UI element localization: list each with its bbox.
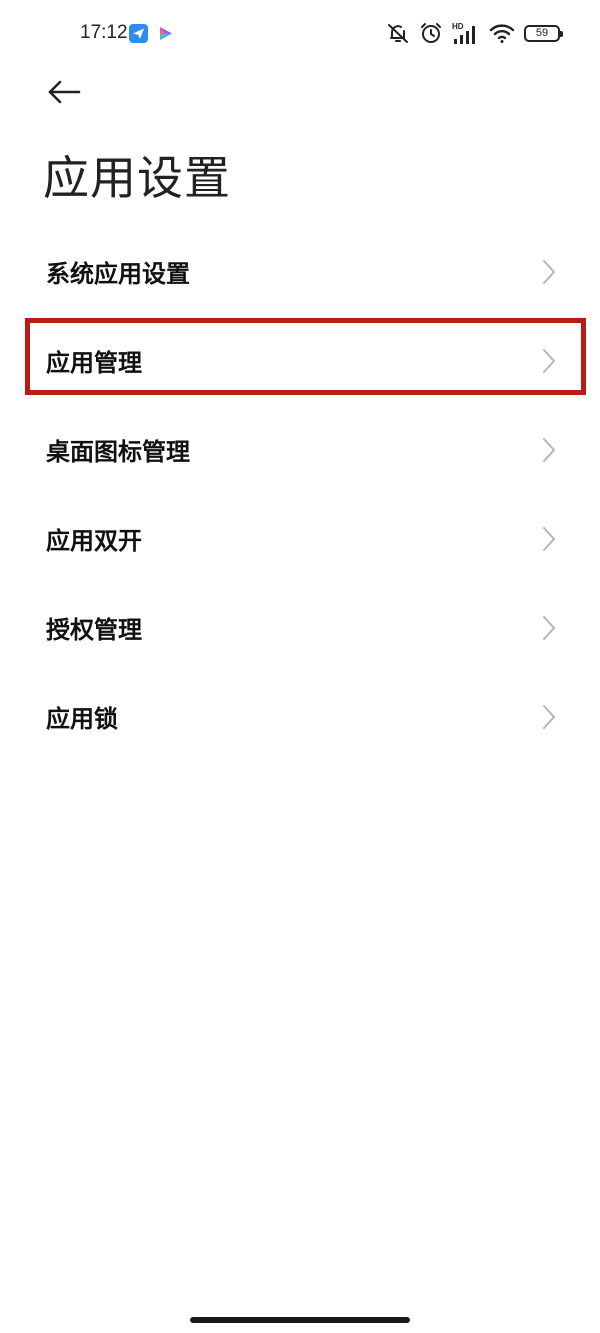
settings-item-dual-apps[interactable]: 应用双开: [0, 494, 600, 583]
status-icons: HD 59: [377, 19, 563, 47]
arrow-left-icon: [47, 79, 81, 109]
back-button[interactable]: [40, 74, 88, 114]
chevron-right-icon: [542, 526, 556, 552]
chevron-right-icon: [542, 348, 556, 374]
send-app-icon: [129, 24, 148, 43]
settings-item-label: 应用管理: [46, 349, 142, 377]
chevron-right-icon: [542, 259, 556, 285]
wifi-icon: [489, 22, 515, 44]
settings-list: 系统应用设置 应用管理 桌面图标管理 应用双开 授权管理 应用锁: [0, 227, 600, 761]
battery-level: 59: [535, 26, 549, 39]
home-indicator[interactable]: [190, 1317, 410, 1323]
chevron-right-icon: [542, 704, 556, 730]
video-app-icon: [156, 24, 175, 43]
settings-item-label: 授权管理: [46, 616, 142, 644]
settings-item-label: 应用锁: [46, 705, 118, 733]
settings-item-app-lock[interactable]: 应用锁: [0, 672, 600, 761]
settings-item-app-management[interactable]: 应用管理: [0, 316, 600, 405]
settings-item-label: 系统应用设置: [46, 260, 190, 288]
svg-text:HD: HD: [452, 22, 464, 31]
mute-icon: [386, 21, 410, 45]
alarm-icon: [419, 21, 443, 45]
settings-item-permissions[interactable]: 授权管理: [0, 583, 600, 672]
hd-signal-icon: HD: [452, 21, 480, 45]
status-time: 17:12: [80, 22, 128, 43]
battery-icon: 59: [524, 24, 563, 42]
chevron-right-icon: [542, 615, 556, 641]
page-title: 应用设置: [43, 151, 231, 205]
settings-item-system-apps[interactable]: 系统应用设置: [0, 227, 600, 316]
chevron-right-icon: [542, 437, 556, 463]
status-bar: 17:12 HD 59: [0, 0, 600, 68]
settings-item-label: 桌面图标管理: [46, 438, 190, 466]
settings-item-label: 应用双开: [46, 527, 142, 555]
settings-item-desktop-icons[interactable]: 桌面图标管理: [0, 405, 600, 494]
